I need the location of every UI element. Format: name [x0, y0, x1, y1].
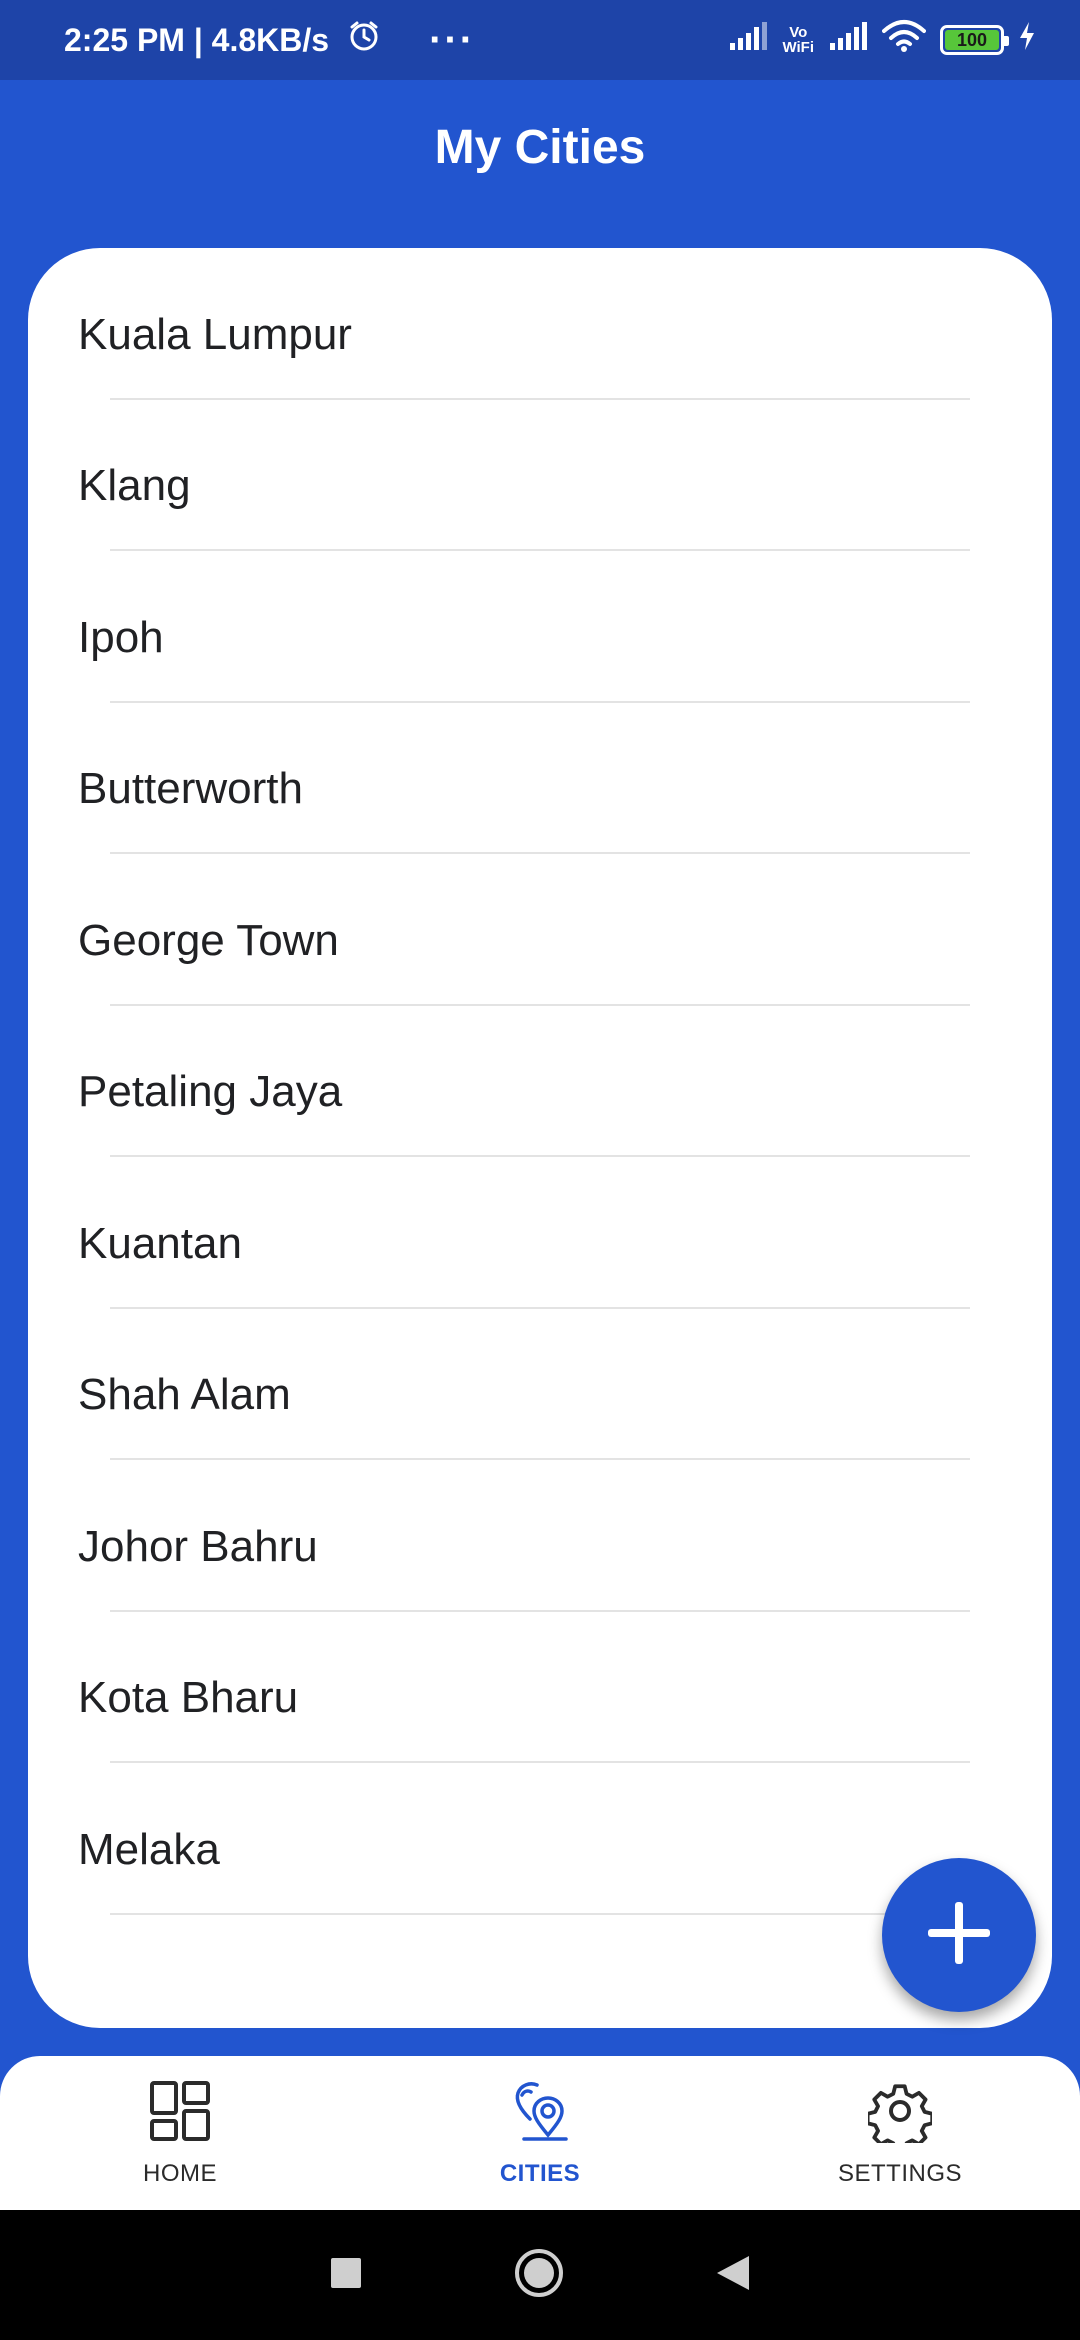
nav-label-home: HOME: [143, 2159, 217, 2187]
square-icon: [329, 2256, 363, 2295]
more-notifications-icon: ···: [429, 17, 476, 62]
signal-icon: [728, 21, 768, 59]
triangle-back-icon: [715, 2254, 751, 2297]
city-item[interactable]: Klang: [28, 400, 1052, 552]
city-name: Kota Bharu: [78, 1673, 299, 1723]
city-item[interactable]: Kuantan: [28, 1157, 1052, 1309]
nav-label-cities: CITIES: [499, 2159, 581, 2187]
plus-icon: [924, 1898, 994, 1973]
status-time-speed: 2:25 PM | 4.8KB/s: [64, 21, 330, 58]
nav-item-cities[interactable]: CITIES: [410, 2079, 670, 2188]
back-button[interactable]: [715, 2254, 751, 2297]
location-pin-icon: [508, 2079, 572, 2148]
signal-icon-2: [828, 21, 868, 59]
grid-icon: [148, 2079, 212, 2148]
bottom-navigation: HOME CITIES SETTINGS: [0, 2056, 1080, 2210]
city-name: Butterworth: [78, 764, 303, 814]
city-item[interactable]: Ipoh: [28, 551, 1052, 703]
city-name: Klang: [78, 461, 191, 511]
battery-level: 100: [945, 30, 999, 50]
nav-label-settings: SETTINGS: [837, 2159, 962, 2187]
city-name: Shah Alam: [78, 1370, 291, 1420]
nav-item-home[interactable]: HOME: [50, 2079, 310, 2188]
system-navigation-bar: [0, 2210, 1080, 2340]
status-left: 2:25 PM | 4.8KB/s ···: [64, 18, 475, 63]
alarm-icon: [347, 19, 381, 61]
city-item[interactable]: Kota Bharu: [28, 1612, 1052, 1764]
nav-item-settings[interactable]: SETTINGS: [770, 2079, 1030, 2188]
city-name: George Town: [78, 915, 339, 965]
city-item[interactable]: Butterworth: [28, 703, 1052, 855]
home-system-button[interactable]: [513, 2247, 565, 2304]
circle-icon: [513, 2247, 565, 2304]
cities-card: Kuala Lumpur Klang Ipoh Butterworth Geor…: [28, 248, 1052, 2028]
city-item[interactable]: Petaling Jaya: [28, 1006, 1052, 1158]
city-name: Petaling Jaya: [78, 1067, 343, 1117]
recents-button[interactable]: [329, 2256, 363, 2295]
battery-icon: 100: [940, 25, 1009, 55]
city-name: Kuantan: [78, 1218, 242, 1268]
city-name: Ipoh: [78, 612, 164, 662]
charging-icon: [1018, 21, 1036, 59]
city-name: Johor Bahru: [78, 1521, 318, 1571]
city-list: Kuala Lumpur Klang Ipoh Butterworth Geor…: [28, 248, 1052, 1915]
vowifi-indicator: Vo WiFi: [782, 24, 814, 56]
city-item[interactable]: Johor Bahru: [28, 1460, 1052, 1612]
status-right: Vo WiFi 100: [728, 19, 1036, 61]
status-bar: 2:25 PM | 4.8KB/s ··· Vo WiFi 100: [0, 0, 1080, 80]
city-name: Kuala Lumpur: [78, 309, 352, 359]
city-item[interactable]: George Town: [28, 854, 1052, 1006]
gear-icon: [865, 2079, 935, 2153]
city-item[interactable]: Shah Alam: [28, 1309, 1052, 1461]
wifi-icon: [882, 19, 926, 61]
city-item[interactable]: Kuala Lumpur: [28, 248, 1052, 400]
city-name: Melaka: [78, 1824, 220, 1874]
add-city-button[interactable]: [882, 1858, 1036, 2012]
page-title: My Cities: [434, 121, 646, 174]
